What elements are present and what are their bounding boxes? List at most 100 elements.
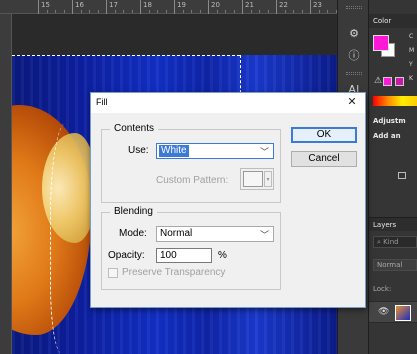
ruler-minor-tick (284, 10, 286, 13)
blending-legend: Blending (110, 206, 157, 217)
ruler-number: 19 (177, 1, 186, 9)
ruler-minor-tick (55, 10, 56, 13)
ruler-minor-tick (327, 10, 328, 13)
ruler-minor-tick (293, 10, 294, 13)
tab-layers[interactable]: Layers (369, 217, 417, 231)
ruler-major-tick (310, 0, 311, 14)
color-spectrum[interactable] (373, 96, 417, 106)
ruler-minor-tick (318, 10, 320, 13)
cancel-button[interactable]: Cancel (291, 151, 357, 167)
chevron-down-icon: ﹀ (259, 230, 269, 240)
layer-blend-mode[interactable]: Normal (373, 259, 417, 271)
selection-marquee-curve (50, 123, 90, 354)
ruler-major-tick (208, 0, 209, 14)
gamut-swatch[interactable] (383, 77, 392, 86)
info-icon[interactable]: ⓘ (344, 46, 364, 64)
preserve-transparency-label: Preserve Transparency (122, 267, 226, 278)
ruler-number: 22 (279, 1, 288, 9)
ruler-major-tick (38, 0, 39, 14)
ruler-minor-tick (114, 10, 116, 13)
fill-dialog: Fill ✕ Contents Use: White ﹀ Custom Patt… (90, 92, 366, 308)
use-value: White (159, 145, 189, 157)
ruler-number: 18 (143, 1, 152, 9)
ruler-major-tick (106, 0, 107, 14)
ruler-minor-tick (131, 10, 133, 13)
ruler-number: 16 (75, 1, 84, 9)
ruler-number: 21 (245, 1, 254, 9)
kind-filter-label: Kind (383, 238, 399, 246)
custom-pattern-picker: ▾ (240, 168, 274, 190)
chevron-down-icon: ﹀ (259, 147, 269, 157)
ruler-minor-tick (182, 10, 184, 13)
color-label-c: C (409, 33, 414, 40)
properties-icon[interactable]: ⚙ (344, 24, 364, 42)
ruler-minor-tick (148, 10, 150, 13)
opacity-label: Opacity: (108, 250, 145, 261)
ok-button[interactable]: OK (291, 127, 357, 143)
pattern-swatch (243, 171, 263, 187)
ruler-number: 15 (41, 1, 50, 9)
ruler-minor-tick (216, 10, 218, 13)
ruler-number: 17 (109, 1, 118, 9)
ruler-minor-tick (123, 10, 124, 13)
ruler-minor-tick (80, 10, 82, 13)
tab-adjustments[interactable]: Adjustm (373, 117, 406, 125)
close-icon[interactable]: ✕ (345, 95, 359, 109)
ruler-minor-tick (89, 10, 90, 13)
contents-group: Contents Use: White ﹀ Custom Pattern: ▾ (101, 123, 281, 203)
ruler-minor-tick (97, 10, 99, 13)
layer-kind-filter[interactable]: ⌕ Kind (373, 236, 417, 248)
ruler-minor-tick (63, 10, 65, 13)
ruler-major-tick (140, 0, 141, 14)
ruler-major-tick (72, 0, 73, 14)
foreground-color-swatch[interactable] (373, 35, 389, 51)
ruler-minor-tick (301, 10, 303, 13)
color-label-y: Y (409, 61, 413, 68)
lock-label: Lock: (373, 285, 392, 293)
adjustments-subtitle: Add an (373, 132, 401, 140)
ruler-major-tick (242, 0, 243, 14)
mode-dropdown[interactable]: Normal ﹀ (156, 226, 274, 242)
blending-group: Blending Mode: Normal ﹀ Opacity: 100 % P… (101, 206, 281, 290)
opacity-unit: % (218, 250, 227, 261)
ruler-number: 23 (313, 1, 322, 9)
horizontal-ruler: 15 16 17 18 19 20 21 22 23 (0, 0, 337, 14)
ruler-minor-tick (157, 10, 158, 13)
ruler-minor-tick (259, 10, 260, 13)
contents-legend: Contents (110, 123, 159, 134)
ruler-minor-tick (191, 10, 192, 13)
use-dropdown[interactable]: White ﹀ (156, 143, 274, 159)
adjustment-icon[interactable] (398, 172, 406, 179)
ruler-minor-tick (233, 10, 235, 13)
mode-label: Mode: (119, 228, 147, 239)
color-label-k: K (409, 75, 413, 82)
preserve-transparency-checkbox (108, 268, 118, 278)
web-safe-swatch[interactable] (395, 77, 404, 86)
ruler-major-tick (174, 0, 175, 14)
ruler-minor-tick (267, 10, 269, 13)
mode-value: Normal (160, 228, 193, 239)
right-panels: Color C M Y K ⚠ Adjustm Add an Layers ⌕ … (369, 0, 417, 354)
dialog-title: Fill (96, 97, 108, 107)
ruler-minor-tick (225, 10, 226, 13)
gamut-warning-icon: ⚠ (374, 76, 383, 86)
opacity-input[interactable]: 100 (156, 248, 212, 263)
ruler-minor-tick (46, 10, 48, 13)
photoshop-window: 15 16 17 18 19 20 21 22 23 ⚙ ⓘ A| Color C M Y K … (0, 0, 417, 354)
visibility-eye-icon[interactable]: 👁 (378, 307, 389, 317)
ruler-major-tick (276, 0, 277, 14)
ruler-number: 20 (211, 1, 220, 9)
layer-row[interactable]: 👁 (369, 301, 417, 323)
vertical-ruler (0, 14, 12, 354)
tab-color[interactable]: Color (369, 14, 417, 28)
selection-marquee-top (12, 55, 240, 56)
ruler-minor-tick (165, 10, 167, 13)
chevron-down-icon: ▾ (264, 171, 272, 187)
grip-handle[interactable] (346, 6, 362, 9)
layer-thumbnail (395, 305, 411, 321)
use-label: Use: (128, 145, 149, 156)
dialog-titlebar[interactable]: Fill ✕ (91, 93, 365, 113)
grip-handle[interactable] (346, 72, 362, 75)
ruler-minor-tick (250, 10, 252, 13)
ruler-minor-tick (199, 10, 201, 13)
